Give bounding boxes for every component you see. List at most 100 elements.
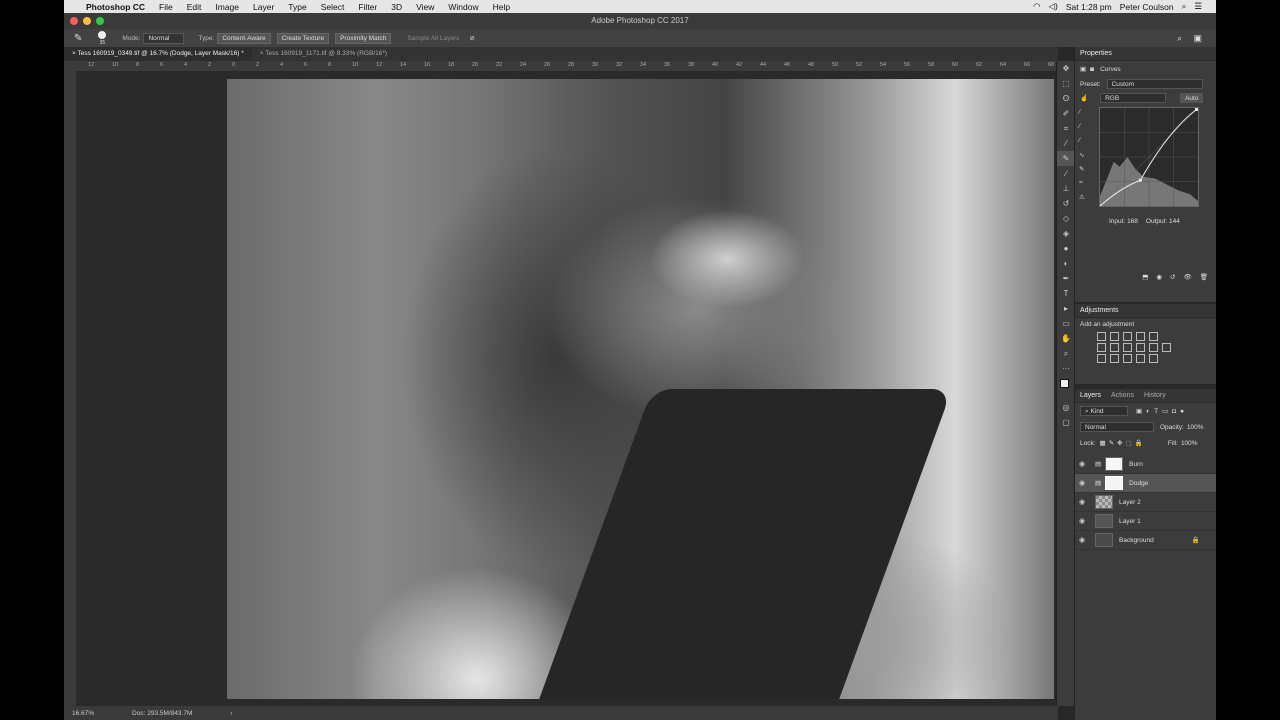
tab-actions[interactable]: Actions [1111, 389, 1134, 402]
marquee-tool-icon[interactable]: ⬚ [1057, 76, 1075, 91]
menu-filter[interactable]: Filter [358, 2, 377, 12]
properties-title[interactable]: Properties [1075, 47, 1216, 61]
layer-row-layer-2[interactable]: ◉ Layer 2 [1075, 493, 1216, 512]
layer-row-dodge[interactable]: ◉ ▤ Dodge [1075, 474, 1216, 493]
levels-icon[interactable] [1110, 332, 1119, 341]
black-white-icon[interactable] [1123, 343, 1132, 352]
lock-icon[interactable]: 🔒 [1192, 536, 1200, 544]
filter-icons[interactable]: ▣◐T▭◘● [1136, 407, 1188, 415]
auto-button[interactable]: Auto [1180, 93, 1204, 103]
visibility-eye-icon[interactable]: ◉ [1079, 536, 1089, 544]
brush-preset-picker[interactable]: 35 [96, 30, 108, 46]
zoom-window-button[interactable] [96, 17, 104, 25]
hue-sat-icon[interactable] [1097, 343, 1106, 352]
view-previous-icon[interactable]: ◉ [1156, 273, 1162, 281]
pressure-icon[interactable]: ⊘ [469, 34, 474, 42]
curves-icon[interactable] [1123, 332, 1132, 341]
create-texture-button[interactable]: Create Texture [276, 32, 330, 44]
mask-icon[interactable]: ◙ [1090, 66, 1094, 73]
visibility-icon[interactable]: 👁 [1183, 273, 1191, 281]
layer-row-background[interactable]: ◉ Background 🔒 [1075, 531, 1216, 550]
black-point-eyedropper-icon[interactable]: ⁄ [1079, 109, 1093, 123]
layer-mask-thumb[interactable] [1105, 476, 1124, 490]
tab-history[interactable]: History [1144, 389, 1166, 402]
paint-bucket-tool-icon[interactable]: ◈ [1057, 226, 1075, 241]
clipping-icon[interactable]: ⚠ [1079, 193, 1093, 207]
minimize-window-button[interactable] [83, 17, 91, 25]
layer-filter-select[interactable]: ⌕ Kind [1080, 406, 1128, 416]
menu-app[interactable]: Photoshop CC [86, 2, 145, 12]
dodge-tool-icon[interactable]: ◐ [1057, 256, 1075, 271]
clock[interactable]: Sat 1:28 pm [1066, 2, 1112, 12]
document-image[interactable] [227, 79, 1054, 699]
status-arrow-icon[interactable]: › [230, 710, 232, 717]
layer-row-burn[interactable]: ◉ ▤ Burn [1075, 455, 1216, 474]
posterize-icon[interactable] [1110, 354, 1119, 363]
visibility-eye-icon[interactable]: ◉ [1079, 460, 1089, 468]
notification-icon[interactable]: ☰ [1194, 1, 1202, 12]
smooth-icon[interactable]: ≈ [1079, 179, 1093, 193]
layer-name[interactable]: Layer 2 [1119, 499, 1141, 506]
curve-edit-icon[interactable]: ∿ [1079, 151, 1093, 165]
vibrance-icon[interactable] [1149, 332, 1158, 341]
blur-tool-icon[interactable]: ● [1057, 241, 1075, 256]
selective-color-icon[interactable] [1149, 354, 1158, 363]
menu-3d[interactable]: 3D [391, 2, 402, 12]
history-brush-tool-icon[interactable]: ↺ [1057, 196, 1075, 211]
sample-all-layers-checkbox[interactable]: Sample All Layers [407, 35, 459, 42]
menu-image[interactable]: Image [215, 2, 239, 12]
menu-view[interactable]: View [416, 2, 434, 12]
invert-icon[interactable] [1097, 354, 1106, 363]
mode-select[interactable]: Normal [143, 32, 185, 44]
curves-graph[interactable] [1099, 107, 1199, 207]
visibility-eye-icon[interactable]: ◉ [1079, 517, 1089, 525]
wifi-icon[interactable]: ◠ [1033, 1, 1040, 12]
layer-name[interactable]: Layer 1 [1119, 518, 1141, 525]
quick-mask-icon[interactable]: ◎ [1057, 400, 1075, 415]
menu-edit[interactable]: Edit [187, 2, 202, 12]
type-tool-icon[interactable]: T [1057, 286, 1075, 301]
visibility-eye-icon[interactable]: ◉ [1079, 479, 1089, 487]
menu-select[interactable]: Select [321, 2, 345, 12]
search-icon[interactable]: ⌕ [1177, 33, 1182, 44]
gray-point-eyedropper-icon[interactable]: ⁄ [1079, 123, 1093, 137]
color-lookup-icon[interactable] [1162, 343, 1171, 352]
menu-type[interactable]: Type [288, 2, 306, 12]
stamp-tool-icon[interactable]: ⊥ [1057, 181, 1075, 196]
screen-mode-icon[interactable]: ▢ [1057, 415, 1075, 430]
menu-layer[interactable]: Layer [253, 2, 274, 12]
photo-filter-icon[interactable] [1136, 343, 1145, 352]
channel-mixer-icon[interactable] [1149, 343, 1158, 352]
pencil-edit-icon[interactable]: ✎ [1079, 165, 1093, 179]
fill-value[interactable]: 100% [1181, 440, 1198, 447]
zoom-tool-icon[interactable]: ⌕ [1057, 346, 1075, 361]
target-adjust-icon[interactable]: ☝ [1080, 94, 1088, 102]
layer-name[interactable]: Dodge [1129, 480, 1148, 487]
menu-help[interactable]: Help [493, 2, 510, 12]
content-aware-button[interactable]: Content-Aware [217, 32, 271, 44]
crop-tool-icon[interactable]: ⌗ [1057, 121, 1075, 136]
curve-control-point[interactable] [1194, 108, 1198, 112]
curve-control-point[interactable] [1099, 204, 1102, 207]
brightness-icon[interactable] [1097, 332, 1106, 341]
close-window-button[interactable] [70, 17, 78, 25]
healing-brush-icon[interactable]: ✎ [74, 33, 82, 44]
threshold-icon[interactable] [1123, 354, 1132, 363]
tab-document-2[interactable]: × Tess 160919_1171.tif @ 8.33% (RGB/16*) [252, 47, 395, 61]
quick-select-tool-icon[interactable]: ✐ [1057, 106, 1075, 121]
move-tool-icon[interactable]: ✥ [1057, 61, 1075, 76]
proximity-match-button[interactable]: Proximity Match [335, 32, 392, 44]
adjustments-title[interactable]: Adjustments [1075, 304, 1216, 318]
eraser-tool-icon[interactable]: ◇ [1057, 211, 1075, 226]
lock-icons[interactable]: ▦✎✥⬚🔒 [1100, 439, 1146, 447]
more-tools-icon[interactable]: ··· [1057, 361, 1075, 376]
gradient-map-icon[interactable] [1136, 354, 1145, 363]
layer-name[interactable]: Burn [1129, 461, 1143, 468]
pen-tool-icon[interactable]: ✒ [1057, 271, 1075, 286]
visibility-eye-icon[interactable]: ◉ [1079, 498, 1089, 506]
white-point-eyedropper-icon[interactable]: ⁄ [1079, 137, 1093, 151]
hand-tool-icon[interactable]: ✋ [1057, 331, 1075, 346]
blend-mode-select[interactable]: Normal [1080, 422, 1154, 432]
lasso-tool-icon[interactable]: ʘ [1057, 91, 1075, 106]
reset-icon[interactable]: ↺ [1170, 273, 1175, 281]
